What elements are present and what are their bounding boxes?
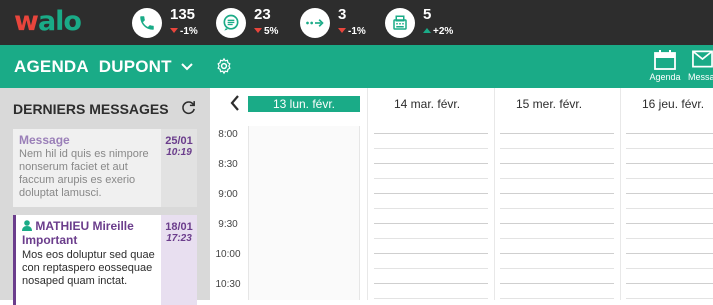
message-time: 10:19 (166, 147, 192, 158)
user-icon (22, 220, 32, 231)
calendar-icon (647, 50, 683, 70)
messages-button-label: Messa (688, 72, 713, 82)
column-divider (494, 88, 495, 300)
user-selector[interactable]: DUPONT (99, 57, 172, 76)
walo-logo[interactable]: walo (14, 6, 82, 37)
agenda-button[interactable]: Agenda (647, 50, 683, 82)
message-time: 17:23 (166, 233, 192, 244)
trend-down-icon (170, 28, 178, 33)
message-text: Mos eos doluptur sed quae con reptaspero… (22, 249, 155, 287)
day-header[interactable]: 15 mer. févr. (516, 96, 582, 112)
chevron-down-icon[interactable] (181, 59, 193, 77)
time-label: 8:00 (218, 129, 238, 140)
calendar-view: 13 lun. févr. 14 mar. févr. 15 mer. févr… (210, 88, 713, 300)
message-date: 25/01 (165, 135, 193, 147)
stat-delta: 5% (254, 26, 278, 37)
transfer-icon (300, 8, 330, 38)
message-subject: Important (22, 233, 78, 247)
trend-down-icon (338, 28, 346, 33)
message-body: MATHIEU Mireille Important Mos eos dolup… (13, 215, 161, 305)
message-subject: Message (19, 133, 70, 147)
column-divider (620, 88, 621, 300)
page-title: AGENDA DUPONT (14, 57, 172, 76)
messages-panel: DERNIERS MESSAGES Message Nem hil id qui… (0, 88, 210, 305)
chevron-left-icon[interactable] (230, 95, 240, 116)
refresh-icon[interactable] (180, 99, 197, 121)
day-header-active[interactable]: 13 lun. févr. (248, 96, 360, 112)
message-datetime: 25/01 10:19 (161, 129, 197, 207)
day-header[interactable]: 16 jeu. févr. (642, 96, 704, 112)
message-sender: MATHIEU Mireille (22, 219, 155, 233)
chat-icon (216, 8, 246, 38)
message-body: Message Nem hil id quis es nimpore nonse… (13, 129, 161, 207)
gear-icon[interactable] (215, 57, 233, 80)
stat-delta: -1% (338, 26, 366, 37)
time-label: 9:00 (218, 189, 238, 200)
message-date: 18/01 (165, 221, 193, 233)
trend-down-icon (254, 28, 262, 33)
stat-value: 3 (338, 6, 347, 23)
agenda-button-label: Agenda (649, 72, 681, 82)
stat-value: 23 (254, 6, 271, 23)
stat-value: 5 (423, 6, 432, 23)
day-column-active[interactable] (248, 126, 360, 300)
stat-value: 135 (170, 6, 196, 23)
top-bar: walo 135 -1% 23 5% 3 -1% 5 +2% (0, 0, 713, 45)
day-column[interactable] (374, 126, 488, 300)
message-text: Nem hil id quis es nimpore nonserum faci… (19, 148, 149, 199)
trend-up-icon (423, 28, 431, 33)
message-item[interactable]: Message Nem hil id quis es nimpore nonse… (13, 129, 197, 207)
fax-icon (385, 8, 415, 38)
day-column[interactable] (626, 126, 713, 300)
time-label: 10:00 (215, 249, 241, 260)
mail-icon (686, 50, 713, 70)
message-datetime: 18/01 17:23 (161, 215, 197, 305)
column-divider (367, 88, 368, 300)
stat-delta: -1% (170, 26, 198, 37)
stat-delta: +2% (423, 26, 453, 37)
messages-button[interactable]: Messa (686, 50, 713, 82)
time-label: 8:30 (218, 159, 238, 170)
day-header[interactable]: 14 mar. févr. (394, 96, 460, 112)
time-label: 9:30 (218, 219, 238, 230)
time-column: 8:00 8:30 9:00 9:30 10:00 10:30 (210, 126, 246, 300)
phone-icon (132, 8, 162, 38)
time-label: 10:30 (215, 279, 241, 290)
day-column[interactable] (500, 126, 614, 300)
agenda-toolbar: AGENDA DUPONT Agenda Messa (0, 45, 713, 88)
message-item[interactable]: MATHIEU Mireille Important Mos eos dolup… (13, 215, 197, 305)
messages-panel-title: DERNIERS MESSAGES (13, 101, 169, 117)
